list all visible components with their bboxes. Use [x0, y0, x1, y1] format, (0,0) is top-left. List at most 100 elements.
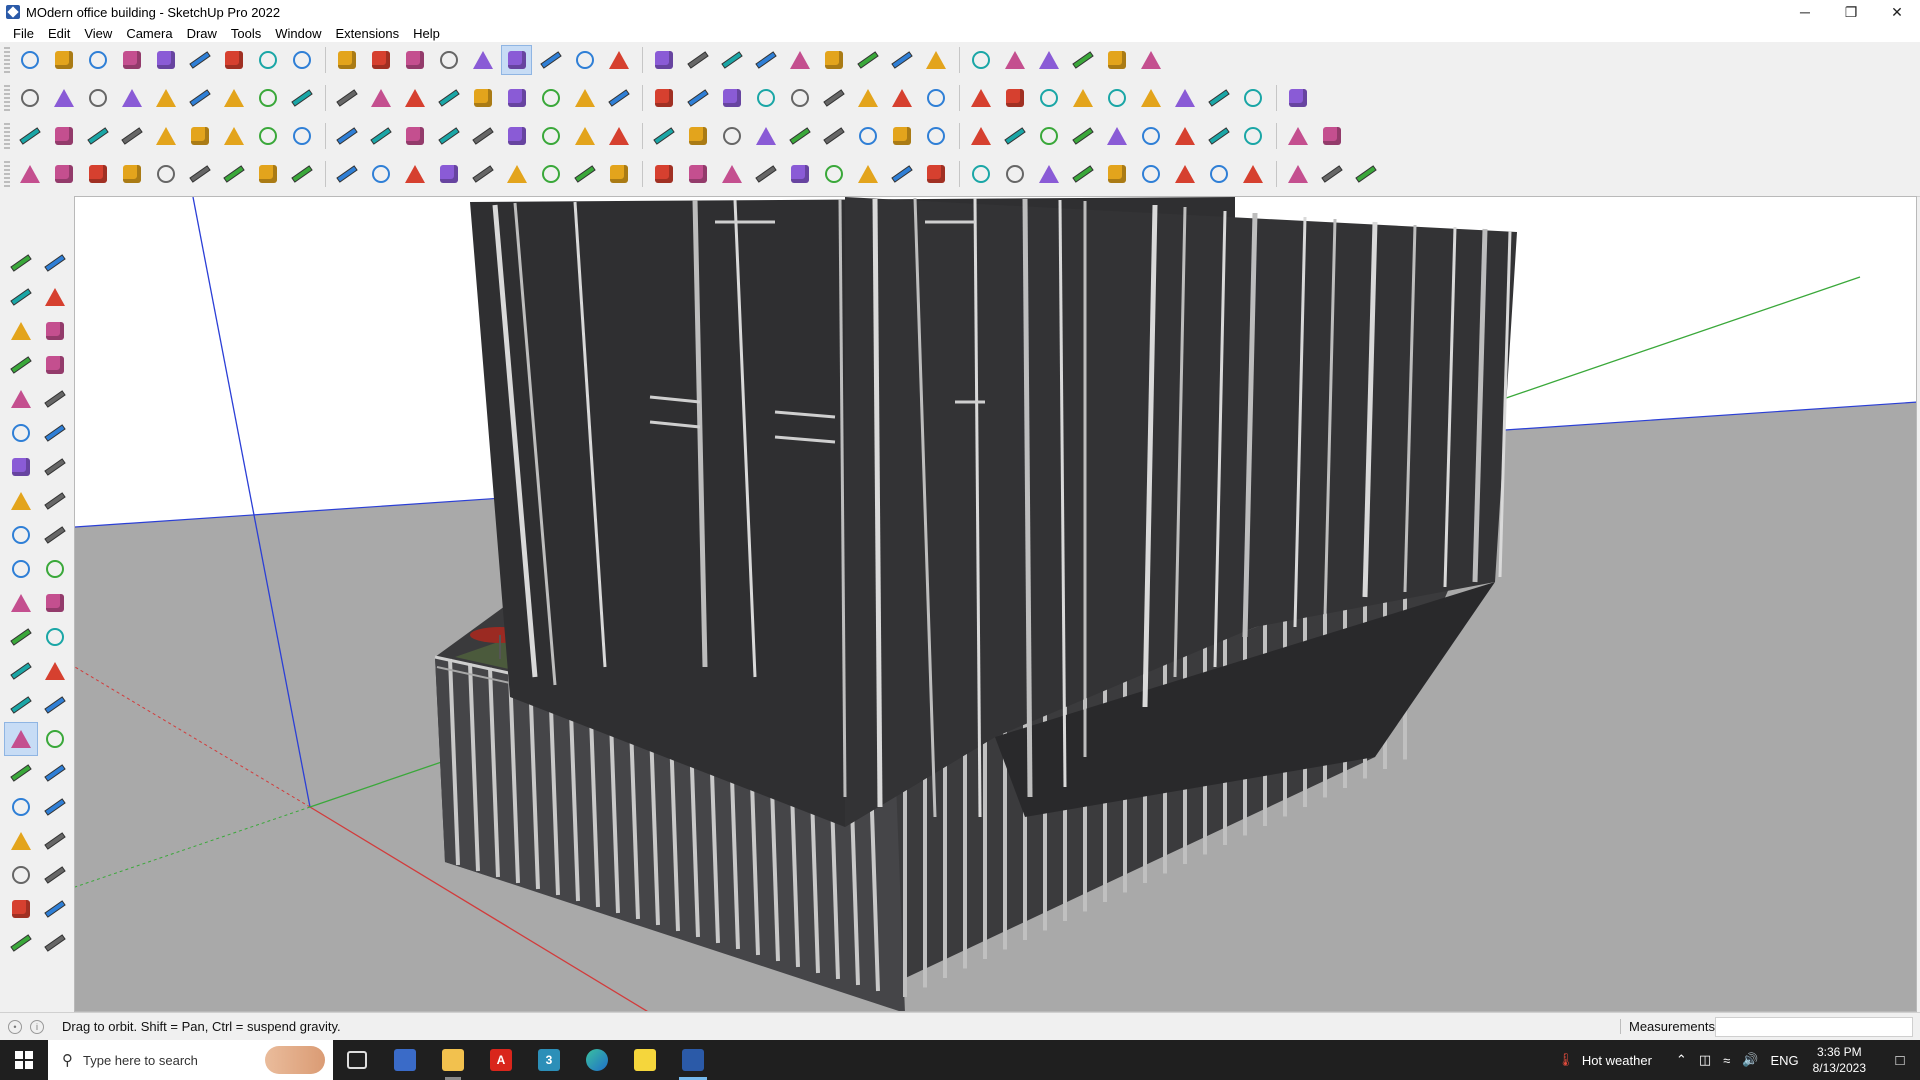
- iso-view-tool[interactable]: [14, 83, 45, 113]
- pie-tool[interactable]: [4, 484, 38, 518]
- grid-tool[interactable]: [1169, 121, 1200, 151]
- gear-tool[interactable]: [1067, 121, 1098, 151]
- warehouse-tool[interactable]: [4, 892, 38, 926]
- monochrome-tool[interactable]: [467, 83, 498, 113]
- stair-tool[interactable]: [331, 159, 362, 189]
- house-tool[interactable]: [569, 83, 600, 113]
- plugin-tool[interactable]: [920, 121, 951, 151]
- push-pull-tool[interactable]: [218, 45, 249, 75]
- hidden-line-tool[interactable]: [365, 83, 396, 113]
- left-view-tool[interactable]: [184, 83, 215, 113]
- extension-manager-tool[interactable]: [750, 45, 781, 75]
- line-tool[interactable]: [116, 45, 147, 75]
- acrobat-app[interactable]: A: [477, 1040, 525, 1080]
- paint-bucket-tool[interactable]: [467, 45, 498, 75]
- star-tool[interactable]: [886, 83, 917, 113]
- menu-tools[interactable]: Tools: [224, 26, 268, 41]
- layout-tool[interactable]: [1316, 121, 1347, 151]
- wireframe-tool[interactable]: [331, 83, 362, 113]
- gear-tool[interactable]: [150, 159, 181, 189]
- style-tool[interactable]: [603, 83, 634, 113]
- menu-file[interactable]: File: [6, 26, 41, 41]
- walk-tool[interactable]: [4, 858, 38, 892]
- column-tool[interactable]: [603, 159, 634, 189]
- minimize-button[interactable]: ─: [1782, 0, 1828, 24]
- loop-tool[interactable]: [750, 121, 781, 151]
- wifi-icon[interactable]: ≈: [1723, 1053, 1730, 1068]
- trim-tool[interactable]: [1203, 83, 1234, 113]
- photo-texture-tool[interactable]: [886, 45, 917, 75]
- close-button[interactable]: ✕: [1874, 0, 1920, 24]
- scale-tool[interactable]: [4, 586, 38, 620]
- circle-tool[interactable]: [1203, 159, 1234, 189]
- leaf-tool[interactable]: [682, 159, 713, 189]
- layer-blue-tool[interactable]: [14, 121, 45, 151]
- wood-tool[interactable]: [365, 121, 396, 151]
- look-around-tool[interactable]: [38, 824, 72, 858]
- stack-tool[interactable]: [750, 159, 781, 189]
- follow-me-tool[interactable]: [38, 552, 72, 586]
- three-point-arc-tool[interactable]: [38, 484, 72, 518]
- section-plane-tool[interactable]: [38, 858, 72, 892]
- cross-tool[interactable]: [569, 121, 600, 151]
- chamfer-tool[interactable]: [999, 83, 1030, 113]
- rotated-rectangle-tool[interactable]: [38, 382, 72, 416]
- circle-tool[interactable]: [1237, 159, 1268, 189]
- front-view-tool[interactable]: [82, 83, 113, 113]
- pan-tool[interactable]: [535, 45, 566, 75]
- back-view-tool[interactable]: [150, 83, 181, 113]
- cube-tool[interactable]: [1350, 159, 1381, 189]
- weather-widget[interactable]: 🌡 Hot weather: [1557, 1052, 1652, 1068]
- polygon-tool[interactable]: [38, 416, 72, 450]
- layer-red-tool[interactable]: [150, 121, 181, 151]
- plugin-tool[interactable]: [999, 121, 1030, 151]
- sandbox-tool[interactable]: [920, 45, 951, 75]
- curve-tool[interactable]: [467, 159, 498, 189]
- layers-tool[interactable]: [4, 926, 38, 960]
- cross-tool[interactable]: [501, 121, 532, 151]
- instructor-icon[interactable]: i: [30, 1019, 44, 1034]
- warehouse-tool[interactable]: [648, 45, 679, 75]
- section-display-tool[interactable]: [682, 83, 713, 113]
- solid-tools-tool[interactable]: [1282, 83, 1313, 113]
- push-pull-tool[interactable]: [38, 518, 72, 552]
- dimension-tool[interactable]: [38, 620, 72, 654]
- zoom-extents-tool[interactable]: [4, 790, 38, 824]
- clock[interactable]: 3:36 PM 8/13/2023: [1813, 1044, 1866, 1076]
- menu-draw[interactable]: Draw: [180, 26, 224, 41]
- curve-edit-tool[interactable]: [48, 159, 79, 189]
- close-tool[interactable]: [1237, 121, 1268, 151]
- scale-tool[interactable]: [365, 45, 396, 75]
- house-tool[interactable]: [535, 83, 566, 113]
- task-view-button[interactable]: [333, 1040, 381, 1080]
- protractor-tool[interactable]: [4, 654, 38, 688]
- corner-tool[interactable]: [399, 159, 430, 189]
- offset-tool[interactable]: [38, 586, 72, 620]
- freehand-tool[interactable]: [38, 348, 72, 382]
- cube-tool[interactable]: [252, 159, 283, 189]
- sketchup-app-icon[interactable]: [6, 5, 20, 19]
- 3d-text-tool[interactable]: [38, 688, 72, 722]
- extension-manager-tool[interactable]: [38, 926, 72, 960]
- orbit-tool[interactable]: [38, 246, 72, 280]
- box-tool[interactable]: [501, 159, 532, 189]
- zoom-tool[interactable]: [4, 756, 38, 790]
- glove-tool[interactable]: [648, 159, 679, 189]
- cut-tool[interactable]: [433, 159, 464, 189]
- toolbar-grip[interactable]: [4, 47, 10, 73]
- orbit-tool[interactable]: [501, 45, 532, 75]
- grid-tool[interactable]: [1135, 159, 1166, 189]
- volume-icon[interactable]: 🔊: [1742, 1052, 1758, 1068]
- taskbar-search[interactable]: ⚲ Type here to search: [48, 1040, 333, 1080]
- door-tool[interactable]: [999, 159, 1030, 189]
- tape-measure-tool[interactable]: [399, 45, 430, 75]
- stack-tool[interactable]: [1316, 159, 1347, 189]
- menu-extensions[interactable]: Extensions: [329, 26, 407, 41]
- edge-app[interactable]: [573, 1040, 621, 1080]
- plugin-tool[interactable]: [965, 121, 996, 151]
- ellipse-tool[interactable]: [818, 83, 849, 113]
- follow-me-tool[interactable]: [252, 45, 283, 75]
- extension-warehouse-tool[interactable]: [682, 45, 713, 75]
- frame-tool[interactable]: [252, 121, 283, 151]
- toolbar-grip[interactable]: [4, 123, 10, 149]
